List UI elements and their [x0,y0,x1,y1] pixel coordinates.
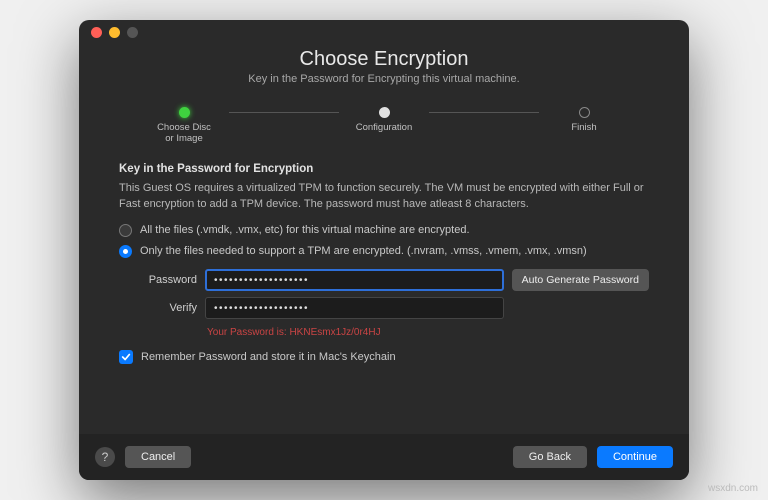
page-subtitle: Key in the Password for Encrypting this … [99,73,669,85]
footer: ? Cancel Go Back Continue [79,434,689,480]
radio-icon [119,224,132,237]
radio-option-fast[interactable]: Only the files needed to support a TPM a… [119,244,649,259]
password-input[interactable]: ••••••••••••••••••• [205,269,504,291]
cancel-button[interactable]: Cancel [125,446,191,468]
titlebar [79,20,689,44]
dialog-window: Choose Encryption Key in the Password fo… [79,20,689,480]
password-reveal-text: Your Password is: HKNEsmx1Jz/0r4HJ [205,327,649,338]
continue-button[interactable]: Continue [597,446,673,468]
watermark: wsxdn.com [708,483,758,494]
step-line [229,112,339,113]
password-label: Password [119,274,197,286]
step-choose-disc: Choose Disc or Image [139,107,229,145]
go-back-button[interactable]: Go Back [513,446,587,468]
checkbox-checked-icon [119,350,133,364]
step-dot-icon [179,107,190,118]
step-label: Choose Disc or Image [157,122,211,145]
password-form: Password ••••••••••••••••••• Auto Genera… [119,269,649,338]
step-dot-icon [379,107,390,118]
radio-label: All the files (.vmdk, .vmx, etc) for thi… [140,223,470,238]
step-label: Configuration [356,122,413,133]
step-line [429,112,539,113]
radio-icon [119,245,132,258]
step-label: Finish [571,122,596,133]
step-dot-icon [579,107,590,118]
verify-label: Verify [119,302,197,314]
auto-generate-button[interactable]: Auto Generate Password [512,269,649,291]
page-title: Choose Encryption [99,48,669,71]
remember-checkbox-row[interactable]: Remember Password and store it in Mac's … [119,350,649,364]
content: Key in the Password for Encryption This … [79,155,689,434]
section-heading: Key in the Password for Encryption [119,163,649,175]
description-text: This Guest OS requires a virtualized TPM… [119,181,649,213]
radio-label: Only the files needed to support a TPM a… [140,244,587,259]
stepper: Choose Disc or Image Configuration Finis… [79,93,689,155]
step-configuration: Configuration [339,107,429,133]
radio-option-full[interactable]: All the files (.vmdk, .vmx, etc) for thi… [119,223,649,238]
header: Choose Encryption Key in the Password fo… [79,44,689,93]
minimize-icon[interactable] [109,27,120,38]
step-finish: Finish [539,107,629,133]
help-button[interactable]: ? [95,447,115,467]
verify-input[interactable]: ••••••••••••••••••• [205,297,504,319]
close-icon[interactable] [91,27,102,38]
zoom-icon [127,27,138,38]
remember-label: Remember Password and store it in Mac's … [141,351,396,363]
